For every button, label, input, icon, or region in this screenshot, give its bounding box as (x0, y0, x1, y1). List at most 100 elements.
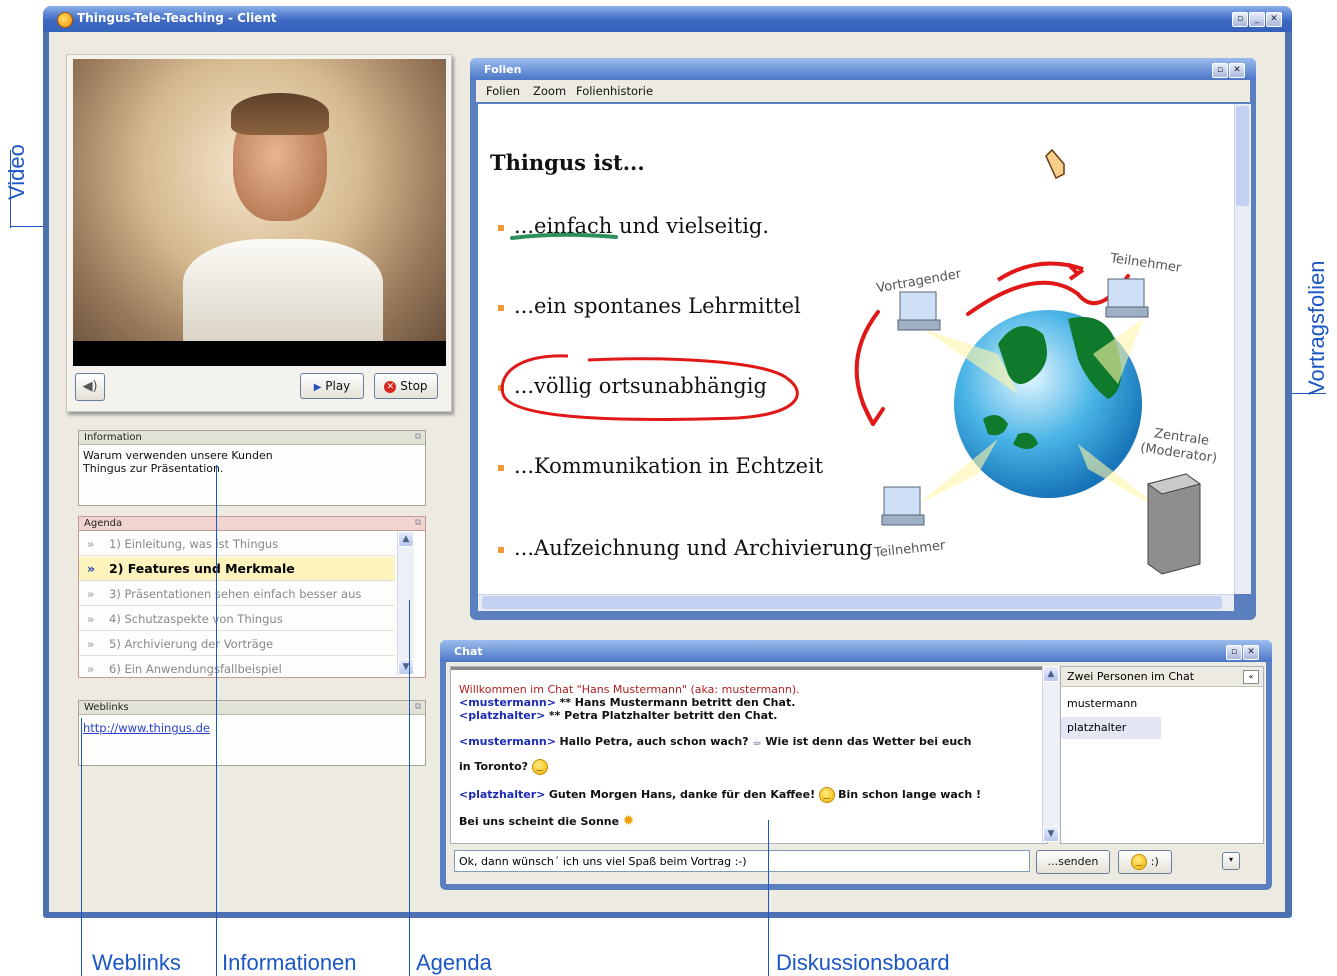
annotation-information-line (216, 465, 217, 976)
slides-title: Folien (484, 63, 522, 76)
computer-icon (1107, 278, 1145, 308)
agenda-header: Agenda (79, 517, 425, 531)
chevron-double-right-icon: » (87, 637, 94, 651)
agenda-item[interactable]: » 1) Einleitung, was ist Thingus (79, 532, 395, 556)
video-person-hair (231, 93, 329, 135)
speaker-button[interactable]: ◀) (75, 373, 105, 401)
close-icon[interactable]: ✕ (1243, 645, 1259, 660)
chat-titlebar[interactable]: Chat ▫ ✕ (440, 640, 1272, 662)
scroll-down-icon[interactable]: ▼ (398, 659, 414, 675)
slide-canvas[interactable]: Thingus ist... ...einfach und vielseitig… (478, 104, 1234, 594)
restore-icon[interactable]: ▫ (1232, 12, 1248, 27)
chevron-double-right-icon: » (87, 537, 94, 551)
chat-user[interactable]: platzhalter (1061, 717, 1161, 739)
information-panel: Information ⧉ Warum verwenden unsere Kun… (78, 430, 426, 506)
app-titlebar[interactable]: Thingus-Tele-Teaching - Client ▫ _ ✕ (43, 6, 1292, 32)
chat-user[interactable]: mustermann (1061, 693, 1161, 715)
chat-users-panel: Zwei Personen im Chat « mustermann platz… (1060, 666, 1264, 844)
weblinks-panel: Weblinks ⧉ http://www.thingus.de (78, 700, 426, 766)
menu-folien[interactable]: Folien (486, 84, 520, 98)
smiley-button[interactable]: ‿ :) (1118, 850, 1172, 874)
agenda-item[interactable]: » 6) Ein Anwendungsfallbeispiel (79, 657, 395, 677)
slides-window: Folien ▫ ✕ Folien Zoom Folienhistorie Th… (470, 58, 1256, 620)
chevron-double-right-icon: » (87, 587, 94, 601)
annotation-agenda: Agenda (416, 950, 492, 975)
restore-icon[interactable]: ▫ (1226, 645, 1242, 660)
restore-icon[interactable]: ▫ (1212, 63, 1228, 78)
chat-line: <mustermann> ** Hans Mustermann betritt … (459, 696, 796, 709)
scroll-thumb[interactable] (1236, 106, 1249, 206)
chat-log: Willkommen im Chat "Hans Mustermann" (ak… (450, 666, 1048, 844)
computer-icon (899, 291, 937, 321)
play-label: Play (325, 379, 351, 393)
stop-button[interactable]: ✕ Stop (374, 373, 438, 399)
chat-input[interactable]: Ok, dann wünsch´ ich uns viel Spaß beim … (454, 850, 1030, 872)
thingus-logo-icon (57, 12, 73, 28)
annotation-board: Diskussionsboard (776, 950, 950, 975)
close-icon[interactable]: ✕ (1229, 63, 1245, 78)
agenda-panel: Agenda ⧉ » 1) Einleitung, was ist Thingus… (78, 516, 426, 678)
scroll-thumb[interactable] (482, 596, 1222, 609)
dropdown-icon[interactable]: ▾ (1222, 852, 1240, 870)
agenda-scrollbar[interactable]: ▲ ▼ (397, 531, 414, 675)
chat-window: Chat ▫ ✕ Willkommen im Chat "Hans Muster… (440, 640, 1272, 890)
annotation-weblinks: Weblinks (92, 950, 181, 975)
chat-line: <platzhalter> ** Petra Platzhalter betri… (459, 709, 778, 722)
agenda-item[interactable]: » 3) Präsentationen sehen einfach besser … (79, 582, 395, 606)
slide-vertical-scrollbar[interactable] (1234, 104, 1251, 594)
video-panel: ◀) ▶ Play ✕ Stop (66, 54, 452, 412)
scroll-up-icon[interactable]: ▲ (1043, 666, 1059, 682)
speaker-icon: ◀) (82, 379, 98, 394)
annotation-agenda-line (409, 600, 410, 976)
chevron-double-right-icon: » (87, 561, 95, 576)
menu-folienhistorie[interactable]: Folienhistorie (576, 84, 653, 98)
detach-icon[interactable]: ⧉ (415, 432, 421, 442)
agenda-item[interactable]: » 4) Schutzaspekte von Thingus (79, 607, 395, 631)
detach-icon[interactable]: ⧉ (415, 702, 421, 712)
collapse-icon[interactable]: « (1243, 670, 1259, 684)
slides-menubar: Folien Zoom Folienhistorie (476, 80, 1250, 102)
chat-line: <mustermann> Hallo Petra, auch schon wac… (459, 735, 972, 748)
chat-users-header: Zwei Personen im Chat (1061, 667, 1263, 687)
app-title: Thingus-Tele-Teaching - Client (77, 11, 277, 25)
play-icon: ▶ (313, 382, 322, 393)
chat-welcome: Willkommen im Chat "Hans Mustermann" (ak… (459, 683, 800, 696)
menu-zoom[interactable]: Zoom (533, 84, 566, 98)
chevron-double-right-icon: » (87, 612, 94, 626)
scroll-up-icon[interactable]: ▲ (398, 531, 414, 547)
coffee-icon: ☕ (752, 735, 762, 748)
sun-icon: ✹ (622, 813, 635, 829)
smiley-icon: ‿ (1131, 854, 1148, 870)
computer-icon (883, 486, 921, 516)
close-icon[interactable]: ✕ (1266, 12, 1282, 27)
chat-scrollbar[interactable]: ▲ ▼ (1042, 666, 1059, 842)
slide-horizontal-scrollbar[interactable] (478, 594, 1234, 611)
weblink[interactable]: http://www.thingus.de (83, 721, 210, 735)
slides-titlebar[interactable]: Folien ▫ ✕ (470, 58, 1256, 80)
slide-ink-annotations (500, 148, 1202, 575)
send-button[interactable]: ...senden (1036, 850, 1110, 874)
chat-title: Chat (454, 645, 483, 658)
scroll-down-icon[interactable]: ▼ (1043, 826, 1059, 842)
annotation-board-line (768, 820, 769, 976)
stop-icon: ✕ (384, 380, 397, 393)
annotation-slides: Vortragsfolien (1304, 260, 1329, 395)
weblinks-header: Weblinks (79, 701, 425, 715)
chevron-double-right-icon: » (87, 662, 94, 676)
chat-line: Bei uns scheint die Sonne ✹ (459, 813, 635, 829)
annotation-weblinks-line (81, 718, 82, 976)
chat-line: <platzhalter> Guten Morgen Hans, danke f… (459, 787, 982, 803)
information-header: Information (79, 431, 425, 445)
chat-line: in Toronto? ‿ (459, 759, 548, 775)
minimize-icon[interactable]: _ (1249, 12, 1265, 27)
stop-label: Stop (400, 379, 428, 393)
annotation-video-bar (10, 150, 11, 228)
agenda-item[interactable]: » 5) Archivierung der Vorträge (79, 632, 395, 656)
hand-cursor-icon (1045, 148, 1065, 180)
annotation-information: Informationen (222, 950, 357, 975)
detach-icon[interactable]: ⧉ (415, 518, 421, 528)
information-text: Warum verwenden unsere Kunden Thingus zu… (83, 449, 273, 475)
play-button[interactable]: ▶ Play (300, 373, 364, 399)
annotation-video: Video (4, 144, 29, 200)
agenda-item-active[interactable]: » 2) Features und Merkmale (79, 557, 395, 581)
